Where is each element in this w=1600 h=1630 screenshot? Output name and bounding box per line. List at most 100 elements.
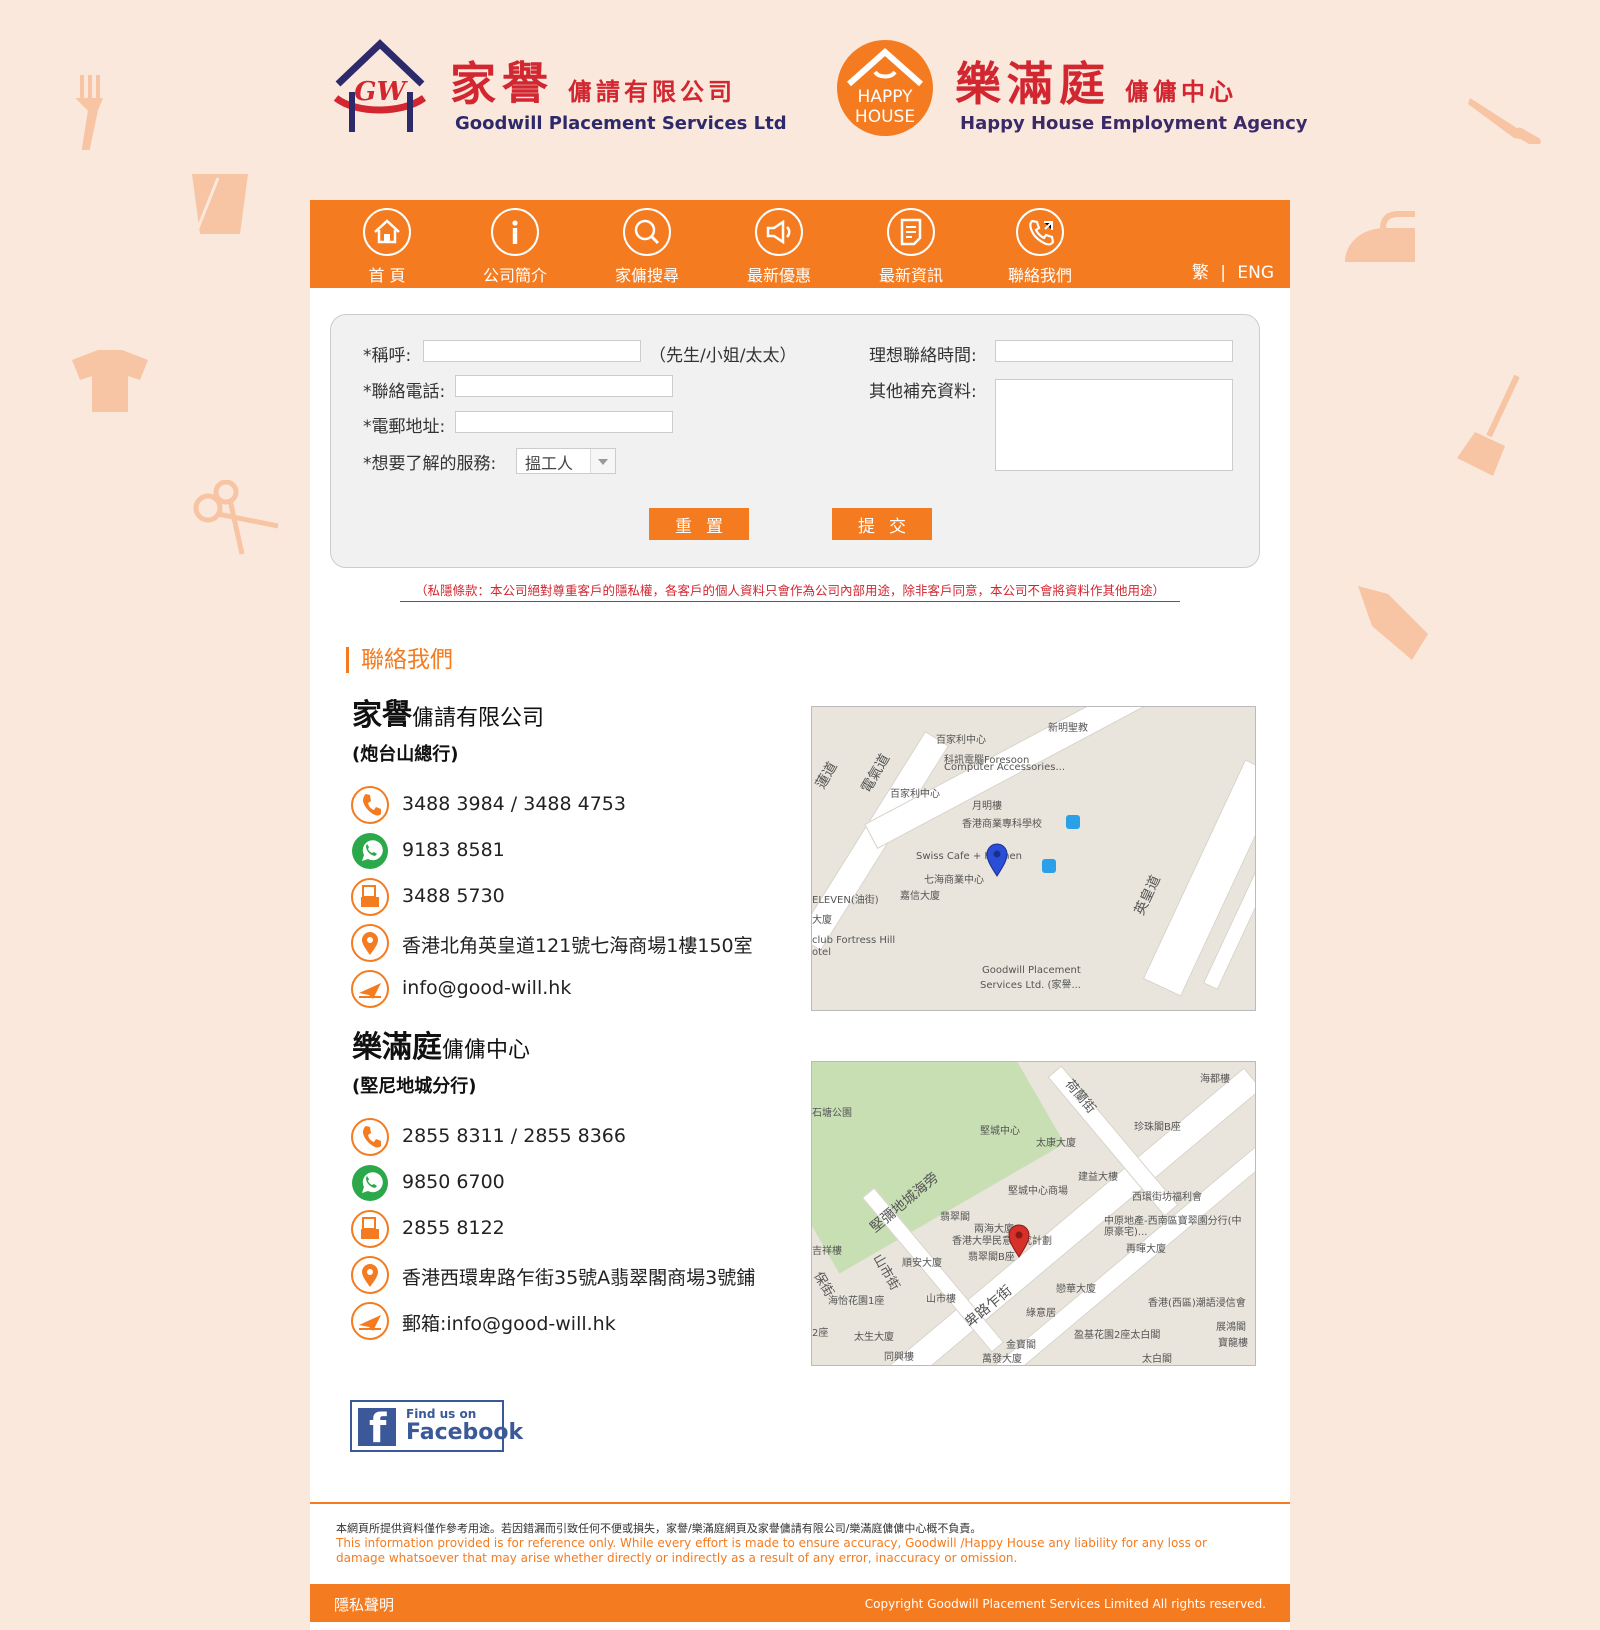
fax-icon xyxy=(351,1210,389,1248)
phone-icon xyxy=(351,786,389,824)
svg-text:HOUSE: HOUSE xyxy=(855,107,915,127)
phone-label: *聯絡電話: xyxy=(363,382,446,402)
goodwill-en-name: Goodwill Placement Services Ltd xyxy=(455,113,787,134)
lang-en-link[interactable]: ENG xyxy=(1237,263,1274,283)
company-goodwill: 家譽傭請有限公司 (炮台山總行) xyxy=(352,690,544,766)
extra-info-textarea[interactable] xyxy=(995,379,1233,471)
whatsapp-text: 9850 6700 xyxy=(402,1171,505,1193)
goodwill-cn-name: 家譽 傭請有限公司 xyxy=(450,57,736,111)
language-switcher: 繁 | ENG xyxy=(1192,258,1274,283)
company-happy-house: 樂滿庭傭傭中心 (堅尼地城分行) xyxy=(352,1022,530,1098)
nav-news-label: 最新資訊 xyxy=(878,266,943,285)
goodwill-mark-text: GW xyxy=(354,77,408,107)
phone-text: 3488 3984 / 3488 4753 xyxy=(402,793,626,815)
nav-search-label: 家傭搜尋 xyxy=(614,266,679,285)
copyright-text: Copyright Goodwill Placement Services Li… xyxy=(864,1597,1266,1611)
fax-text: 3488 5730 xyxy=(402,885,505,907)
home-icon xyxy=(363,208,411,256)
nav-offers[interactable]: 最新優惠 xyxy=(724,208,834,286)
goodwill-logo[interactable]: GW 家譽 傭請有限公司 Goodwill Placement Services … xyxy=(330,38,787,148)
disclaimer-cn: 本網頁所提供資料僅作參考用途。若因錯漏而引致任何不便或損失，家譽/樂滿庭網頁及家… xyxy=(336,1522,982,1535)
nav-home-label: 首 頁 xyxy=(368,266,406,285)
nav-contact[interactable]: 聯絡我們 xyxy=(985,208,1095,286)
broom-icon xyxy=(1457,374,1520,476)
privacy-statement-link[interactable]: 隱私聲明 xyxy=(334,1594,394,1615)
location-pin-icon xyxy=(351,1256,389,1294)
bus-stop-icon xyxy=(1042,859,1056,873)
phone-text: 2855 8311 / 2855 8366 xyxy=(402,1125,626,1147)
shirt-icon xyxy=(72,350,148,412)
happy-house-logo[interactable]: HAPPY HOUSE 樂滿庭 傭傭中心 Happy House Employme… xyxy=(835,38,1308,148)
contact-time-label: 理想聯絡時間: xyxy=(869,346,977,366)
facebook-button[interactable]: Find us on Facebook xyxy=(350,1400,523,1452)
address-text: 香港西環卑路乍街35號A翡翠閣商場3號鋪 xyxy=(402,1267,756,1289)
email-input[interactable] xyxy=(455,411,673,433)
email-label: *電郵地址: xyxy=(363,417,446,437)
inquiry-form: *稱呼: （先生/小姐/太太） *聯絡電話: *電郵地址: *想要了解的服務: … xyxy=(330,314,1260,568)
knife-icon xyxy=(1468,98,1541,144)
nav-contact-label: 聯絡我們 xyxy=(1007,266,1072,285)
email-link[interactable]: 郵箱:info@good-will.hk xyxy=(402,1309,616,1336)
footer: 隱私聲明 Copyright Goodwill Placement Servic… xyxy=(310,1584,1290,1622)
megaphone-icon xyxy=(755,208,803,256)
bus-stop-icon xyxy=(1066,815,1080,829)
submit-button[interactable]: 提交 xyxy=(832,508,932,540)
salutation-label: *稱呼: xyxy=(363,346,412,366)
company-branch: (堅尼地城分行) xyxy=(352,1076,477,1097)
mail-icon xyxy=(351,1302,389,1340)
main-nav: 首 頁 公司簡介 家傭搜尋 最新優惠 最新資訊 聯絡我們 繁 | ENG xyxy=(310,200,1290,288)
reset-button[interactable]: 重置 xyxy=(649,508,749,540)
privacy-note: （私隱條款：本公司絕對尊重客戶的隱私權，各客戶的個人資料只會作為公司內部用途，除… xyxy=(400,580,1180,602)
map-goodwill[interactable]: 百家利中心 新明聖教 科訊電腦Foresoon Computer Accesso… xyxy=(811,706,1256,1011)
search-icon xyxy=(623,208,671,256)
section-title: 聯絡我們 xyxy=(346,647,453,673)
mail-icon xyxy=(351,970,389,1008)
contact-time-input[interactable] xyxy=(995,340,1233,362)
svg-text:HAPPY: HAPPY xyxy=(858,87,914,107)
salutation-hint: （先生/小姐/太太） xyxy=(649,346,797,366)
nav-search[interactable]: 家傭搜尋 xyxy=(592,208,702,286)
disclaimer-en: This information provided is for referen… xyxy=(336,1536,1207,1565)
extra-info-label: 其他補充資料: xyxy=(869,382,977,402)
glove-icon xyxy=(1358,586,1428,660)
salutation-input[interactable] xyxy=(423,340,641,362)
nav-about[interactable]: 公司簡介 xyxy=(460,208,570,286)
address-text: 香港北角英皇道121號七海商場1樓150室 xyxy=(402,935,753,957)
fork-icon xyxy=(75,75,103,150)
company-name: 樂滿庭傭傭中心 xyxy=(352,1030,531,1065)
page-sheet: 首 頁 公司簡介 家傭搜尋 最新優惠 最新資訊 聯絡我們 繁 | ENG *稱呼… xyxy=(310,200,1290,1630)
service-select[interactable]: 搵工人 xyxy=(516,448,616,474)
nav-about-label: 公司簡介 xyxy=(482,266,547,285)
location-pin-icon xyxy=(351,924,389,962)
header-logos: GW 家譽 傭請有限公司 Goodwill Placement Services … xyxy=(330,38,1308,148)
map-pin-icon xyxy=(1008,1224,1030,1258)
phone-icon xyxy=(351,1118,389,1156)
info-icon xyxy=(491,208,539,256)
phone-icon xyxy=(1016,208,1064,256)
whatsapp-icon xyxy=(352,833,388,869)
service-selected-value: 搵工人 xyxy=(525,454,574,473)
map-pin-icon xyxy=(986,843,1008,877)
facebook-logo-icon xyxy=(358,1406,396,1452)
whatsapp-text: 9183 8581 xyxy=(402,839,505,861)
happy-house-en-name: Happy House Employment Agency xyxy=(960,113,1308,134)
happy-house-icon: HAPPY HOUSE xyxy=(837,40,933,136)
lang-separator: | xyxy=(1220,263,1226,283)
lang-zh-link[interactable]: 繁 xyxy=(1192,263,1209,283)
facebook-find-text: Find us on xyxy=(406,1407,477,1421)
bucket-icon xyxy=(192,174,248,234)
company-branch: (炮台山總行) xyxy=(352,744,459,765)
phone-input[interactable] xyxy=(455,375,673,397)
disclaimer: 本網頁所提供資料僅作參考用途。若因錯漏而引致任何不便或損失，家譽/樂滿庭網頁及家… xyxy=(310,1502,1290,1580)
service-label: *想要了解的服務: xyxy=(363,454,497,474)
chevron-down-icon xyxy=(590,449,615,473)
nav-offers-label: 最新優惠 xyxy=(746,266,811,285)
email-link[interactable]: info@good-will.hk xyxy=(402,977,571,999)
map-happy-house[interactable]: 海都樓 荷蘭街 珍珠閣B座 石塘公園 堅城中心 太康大廈 建益大樓 西環街坊福利… xyxy=(811,1061,1256,1366)
goodwill-house-icon: GW xyxy=(333,39,427,132)
fax-icon xyxy=(351,878,389,916)
company-name: 家譽傭請有限公司 xyxy=(352,698,545,733)
nav-home[interactable]: 首 頁 xyxy=(332,208,442,286)
iron-icon xyxy=(1345,211,1415,262)
nav-news[interactable]: 最新資訊 xyxy=(856,208,966,286)
